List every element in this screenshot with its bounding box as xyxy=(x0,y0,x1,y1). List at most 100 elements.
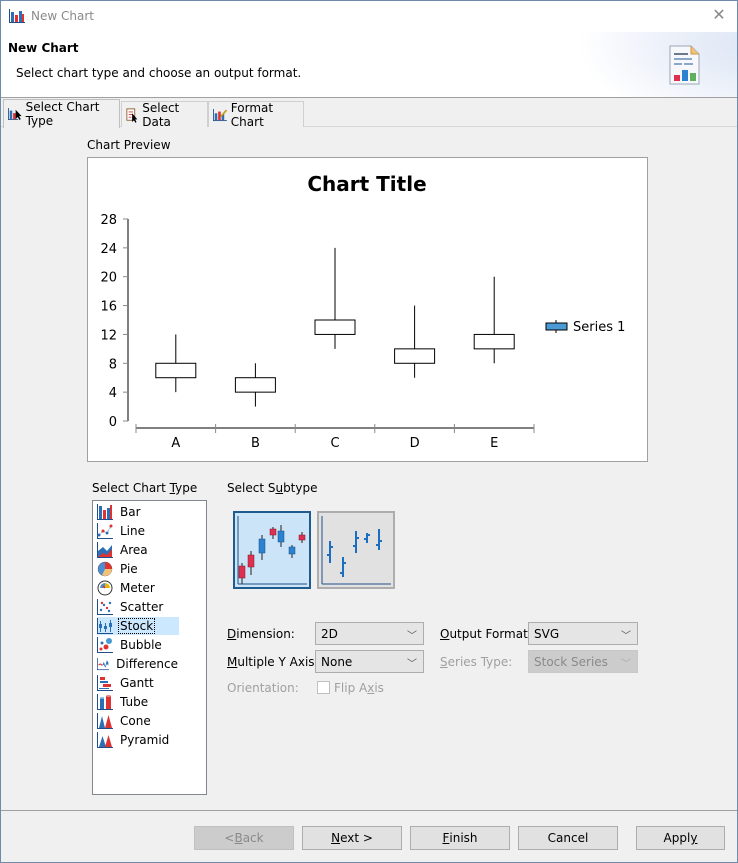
chart-type-item-line[interactable]: Line xyxy=(97,522,179,540)
y-tick-label: 16 xyxy=(100,300,117,315)
series-type-select[interactable]: Stock Series ﹀ xyxy=(528,650,638,673)
chart-type-item-area[interactable]: Area xyxy=(97,541,179,559)
tube-chart-icon xyxy=(97,694,113,710)
output-format-select[interactable]: SVG ﹀ xyxy=(528,622,638,645)
area-chart-icon xyxy=(97,542,113,558)
output-format-value: SVG xyxy=(534,626,560,641)
stock-candle xyxy=(234,377,276,393)
meter-chart-icon xyxy=(97,580,113,596)
tab-format-chart[interactable]: Format Chart xyxy=(208,100,304,129)
multiple-y-axis-select[interactable]: None ﹀ xyxy=(315,650,424,673)
bar-chart-icon xyxy=(97,504,113,520)
chart-type-item-pyramid[interactable]: Pyramid xyxy=(97,731,179,749)
tab-label: Select Chart Type xyxy=(25,100,100,128)
chart-type-label: Scatter xyxy=(120,600,164,614)
footer-divider xyxy=(1,810,737,811)
stock-candle xyxy=(314,319,356,335)
y-tick-label: 12 xyxy=(100,328,117,343)
chart-type-label: Cone xyxy=(120,714,151,728)
multiple-y-axis-label: Multiple Y Axis: xyxy=(227,655,319,669)
scatter-chart-icon xyxy=(97,599,113,615)
stock-chart-icon xyxy=(97,618,113,634)
output-format-label: Output Format: xyxy=(440,627,532,641)
chart-type-item-tube[interactable]: Tube xyxy=(97,693,179,711)
chart-type-label: Tube xyxy=(120,695,149,709)
select-subtype-label: Select Subtype xyxy=(227,481,318,495)
tab-label: Select Data xyxy=(142,100,180,129)
apply-button[interactable]: Appl y xyxy=(636,826,725,850)
tab-label: Format Chart xyxy=(230,100,274,129)
header-decoration xyxy=(577,32,737,97)
select-data-icon xyxy=(126,107,138,123)
chart-type-item-bubble[interactable]: Bubble xyxy=(97,636,179,654)
chart-type-label: Difference xyxy=(116,657,178,671)
chart-type-item-scatter[interactable]: Scatter xyxy=(97,598,179,616)
x-axis: A B C D E xyxy=(135,424,535,451)
candlestick-subtype-icon xyxy=(237,516,307,585)
line-chart-icon xyxy=(97,523,113,539)
chart-type-item-cone[interactable]: Cone xyxy=(97,712,179,730)
tab-select-data[interactable]: Select Data xyxy=(121,100,208,129)
tab-bar: Select Chart Type Select Data Format Cha… xyxy=(1,99,737,129)
y-tick-label: 4 xyxy=(109,386,117,401)
chart-legend: Series 1 xyxy=(545,320,625,335)
dimension-select[interactable]: 2D ﹀ xyxy=(315,622,424,645)
chart-type-icon xyxy=(8,108,22,120)
chart-type-label: Pyramid xyxy=(120,733,170,747)
y-tick-label: 0 xyxy=(109,415,117,430)
cancel-button[interactable]: Cancel xyxy=(518,826,618,850)
y-tick-label: 24 xyxy=(100,242,117,257)
x-tick-label: E xyxy=(490,436,498,451)
x-tick-label: A xyxy=(171,436,180,451)
next-button[interactable]: Next > xyxy=(302,826,402,850)
back-button[interactable]: < Back xyxy=(194,826,294,850)
dimension-value: 2D xyxy=(321,626,338,641)
legend-symbol xyxy=(545,322,568,331)
series-type-label: Series Type: xyxy=(440,655,513,669)
chart-type-item-gantt[interactable]: Gantt xyxy=(97,674,179,692)
subtype-bar-stick[interactable] xyxy=(317,511,395,589)
chart-title: Chart Title xyxy=(307,172,426,196)
header-subtitle: Select chart type and choose an output f… xyxy=(16,66,302,80)
chart-type-label: Gantt xyxy=(120,676,154,690)
series-type-value: Stock Series xyxy=(534,654,608,669)
window-title: New Chart xyxy=(31,9,94,23)
finish-button[interactable]: Finish xyxy=(410,826,510,850)
gantt-chart-icon xyxy=(97,675,113,691)
pyramid-chart-icon xyxy=(97,732,113,748)
stock-candle xyxy=(155,362,197,379)
x-tick-label: C xyxy=(330,436,339,451)
y-tick-label: 28 xyxy=(100,213,117,228)
chevron-down-icon: ﹀ xyxy=(621,631,631,642)
chart-type-item-pie[interactable]: Pie xyxy=(97,560,179,578)
format-chart-icon xyxy=(213,108,227,121)
dimension-label: Dimension: xyxy=(227,627,295,641)
pie-chart-icon xyxy=(97,561,113,577)
stock-candle xyxy=(394,348,436,364)
chart-type-list[interactable]: Bar Line Area Pie Meter Scatter Stock Bu… xyxy=(92,500,207,795)
select-chart-type-label: Select Chart Type xyxy=(92,481,198,495)
chart-type-label: Meter xyxy=(120,581,155,595)
x-tick-label: B xyxy=(251,436,260,451)
legend-label: Series 1 xyxy=(573,320,625,335)
chart-type-item-bar[interactable]: Bar xyxy=(97,503,179,521)
stock-candle xyxy=(473,333,515,350)
subtype-candlestick[interactable] xyxy=(233,511,311,589)
y-tick-label: 8 xyxy=(109,357,117,372)
stock-marks xyxy=(155,247,515,407)
chart-type-item-stock[interactable]: Stock xyxy=(97,617,179,635)
difference-chart-icon xyxy=(97,657,110,671)
chart-preview: Chart Title 0 4 8 12 16 20 24 28 A B C D E Series 1 xyxy=(87,157,648,462)
chart-type-item-difference[interactable]: Difference xyxy=(97,655,179,673)
bar-stick-subtype-icon xyxy=(321,516,391,585)
tab-select-chart-type[interactable]: Select Chart Type xyxy=(3,99,120,128)
chart-document-icon xyxy=(669,45,700,85)
chart-type-item-meter[interactable]: Meter xyxy=(97,579,179,597)
chevron-down-icon: ﹀ xyxy=(621,659,631,670)
chart-preview-label: Chart Preview xyxy=(87,138,171,152)
wizard-header: New Chart Select chart type and choose a… xyxy=(1,32,737,98)
flip-axis-checkbox[interactable] xyxy=(317,681,330,694)
x-tick-label: D xyxy=(410,436,420,451)
chart-type-label: Bubble xyxy=(120,638,162,652)
close-icon[interactable]: ✕ xyxy=(711,7,727,23)
